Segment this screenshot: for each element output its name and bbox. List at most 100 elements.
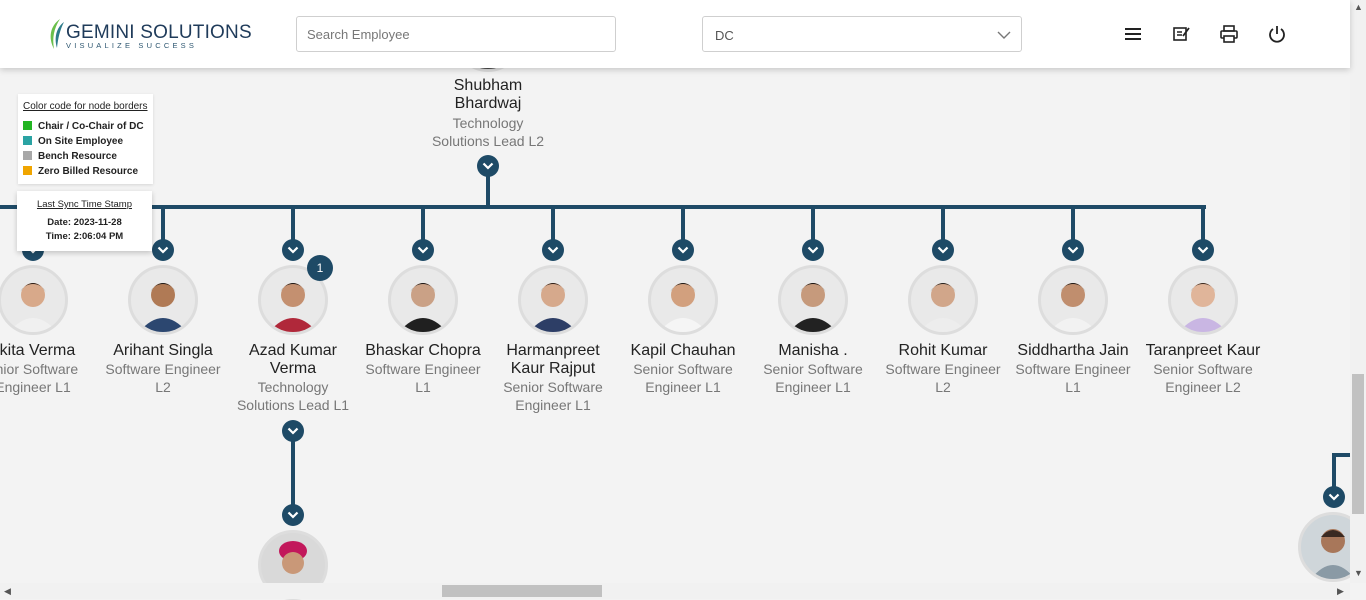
chevron-down-icon bbox=[482, 162, 494, 170]
person-photo-icon bbox=[789, 283, 837, 332]
employee-designation: Software Engineer L1 bbox=[365, 361, 481, 395]
legend-swatch bbox=[23, 151, 32, 160]
employee-avatar[interactable] bbox=[1038, 265, 1108, 335]
employee-designation: Technology Solutions Lead L1 bbox=[236, 379, 350, 413]
employee-name[interactable]: Rohit Kumar bbox=[878, 342, 1008, 360]
employee-name[interactable]: Siddhartha Jain bbox=[1008, 342, 1138, 360]
child-expand-chevron[interactable] bbox=[672, 239, 694, 261]
root-expand-chevron[interactable] bbox=[477, 155, 499, 177]
employee-avatar[interactable] bbox=[648, 265, 718, 335]
employee-designation: Software Engineer L2 bbox=[105, 361, 221, 395]
chevron-down-icon bbox=[417, 246, 429, 254]
legend-swatch bbox=[23, 166, 32, 175]
connector-horizontal bbox=[0, 205, 1206, 209]
person-photo-icon bbox=[919, 283, 967, 332]
employee-designation: Senior Software Engineer L1 bbox=[763, 361, 863, 395]
company-logo[interactable]: GEMINI SOLUTIONS VISUALIZE SUCCESS bbox=[46, 18, 252, 52]
chevron-down-icon bbox=[287, 427, 299, 435]
chevron-down-icon bbox=[157, 246, 169, 254]
print-icon[interactable] bbox=[1219, 24, 1239, 44]
employee-avatar[interactable] bbox=[778, 265, 848, 335]
employee-name[interactable]: nkita Verma bbox=[0, 342, 98, 360]
connector-child-down bbox=[1201, 207, 1205, 241]
employee-designation: Senior Software Engineer L1 bbox=[633, 361, 733, 395]
connector-azad-down bbox=[291, 441, 295, 505]
connector-child-down bbox=[681, 207, 685, 241]
person-photo-icon bbox=[659, 283, 707, 332]
sync-title: Last Sync Time Stamp bbox=[36, 199, 133, 210]
child-expand-chevron[interactable] bbox=[152, 239, 174, 261]
employee-avatar[interactable] bbox=[0, 265, 68, 335]
child-expand-chevron[interactable] bbox=[802, 239, 824, 261]
connector-child-down bbox=[421, 207, 425, 241]
legend-item-bench: Bench Resource bbox=[23, 151, 117, 162]
child-expand-chevron[interactable] bbox=[1192, 239, 1214, 261]
connector-child-down bbox=[811, 207, 815, 241]
notes-icon[interactable] bbox=[1171, 24, 1191, 44]
chevron-down-icon bbox=[547, 246, 559, 254]
person-photo-icon bbox=[9, 283, 57, 332]
employee-avatar[interactable] bbox=[1168, 265, 1238, 335]
employee-name[interactable]: Manisha . bbox=[748, 342, 878, 360]
sync-timestamp-card: Last Sync Time Stamp Date: 2023-11-28 Ti… bbox=[17, 191, 152, 251]
azad-expand-chevron[interactable] bbox=[282, 420, 304, 442]
menu-icon[interactable] bbox=[1123, 24, 1143, 44]
power-icon[interactable] bbox=[1267, 24, 1287, 44]
dc-select[interactable]: DC bbox=[702, 16, 1022, 52]
legend-swatch bbox=[23, 136, 32, 145]
employee-avatar[interactable] bbox=[908, 265, 978, 335]
employee-name[interactable]: Kapil Chauhan bbox=[618, 342, 748, 360]
chevron-down-icon bbox=[1197, 246, 1209, 254]
employee-designation: Senior Software Engineer L2 bbox=[1153, 361, 1253, 395]
vertical-scroll-thumb[interactable] bbox=[1352, 374, 1364, 514]
person-photo-icon bbox=[529, 283, 577, 332]
employee-name[interactable]: Taranpreet Kaur bbox=[1138, 342, 1268, 360]
color-legend: Color code for node borders Chair / Co-C… bbox=[18, 94, 153, 184]
child-expand-chevron[interactable] bbox=[412, 239, 434, 261]
employee-name[interactable]: Azad Kumar Verma bbox=[228, 342, 358, 378]
child-expand-chevron[interactable] bbox=[282, 239, 304, 261]
child-expand-chevron[interactable] bbox=[1062, 239, 1084, 261]
connector-child-down bbox=[551, 207, 555, 241]
employee-avatar[interactable] bbox=[518, 265, 588, 335]
search-employee-input[interactable] bbox=[296, 16, 616, 52]
connector-child-down bbox=[1071, 207, 1075, 241]
dc-select-value: DC bbox=[715, 28, 734, 43]
child-expand-chevron[interactable] bbox=[542, 239, 564, 261]
legend-item-onsite: On Site Employee bbox=[23, 136, 123, 147]
right-branch-chevron[interactable] bbox=[1323, 486, 1345, 508]
connector-right-down bbox=[1332, 453, 1336, 487]
employee-avatar[interactable] bbox=[388, 265, 458, 335]
child-expand-chevron[interactable] bbox=[932, 239, 954, 261]
legend-label: Chair / Co-Chair of DC bbox=[38, 121, 144, 132]
legend-item-zero-billed: Zero Billed Resource bbox=[23, 166, 138, 177]
horizontal-scroll-thumb[interactable] bbox=[442, 585, 602, 597]
horizontal-scrollbar[interactable] bbox=[0, 583, 1350, 599]
chevron-down-icon bbox=[677, 246, 689, 254]
legend-label: On Site Employee bbox=[38, 136, 124, 147]
chevron-down-icon bbox=[287, 511, 299, 519]
employee-name[interactable]: Arihant Singla bbox=[98, 342, 228, 360]
scroll-down-arrow-icon[interactable]: ▼ bbox=[1354, 568, 1363, 578]
employee-avatar[interactable] bbox=[128, 265, 198, 335]
reportee-count-badge[interactable]: 1 bbox=[307, 255, 333, 281]
brand-tagline: VISUALIZE SUCCESS bbox=[66, 41, 198, 50]
employee-name[interactable]: Bhaskar Chopra bbox=[358, 342, 488, 360]
subchild-chevron[interactable] bbox=[282, 504, 304, 526]
connector-child-down bbox=[291, 207, 295, 241]
chevron-down-icon bbox=[997, 31, 1011, 39]
legend-label: Bench Resource bbox=[38, 151, 117, 162]
scroll-left-arrow-icon[interactable]: ◀ bbox=[4, 586, 11, 597]
chevron-down-icon bbox=[937, 246, 949, 254]
legend-swatch bbox=[23, 121, 32, 130]
scroll-up-arrow-icon[interactable]: ▲ bbox=[1354, 2, 1363, 12]
person-photo-icon bbox=[399, 283, 447, 332]
connector-child-down bbox=[941, 207, 945, 241]
top-header: GEMINI SOLUTIONS VISUALIZE SUCCESS DC bbox=[0, 0, 1350, 68]
leaf-logo-icon bbox=[50, 19, 64, 49]
employee-name[interactable]: Harmanpreet Kaur Rajput bbox=[488, 342, 618, 378]
chevron-down-icon bbox=[287, 246, 299, 254]
scroll-right-arrow-icon[interactable]: ▶ bbox=[1337, 586, 1344, 597]
chevron-down-icon bbox=[1328, 493, 1340, 501]
person-photo-icon bbox=[1049, 283, 1097, 332]
